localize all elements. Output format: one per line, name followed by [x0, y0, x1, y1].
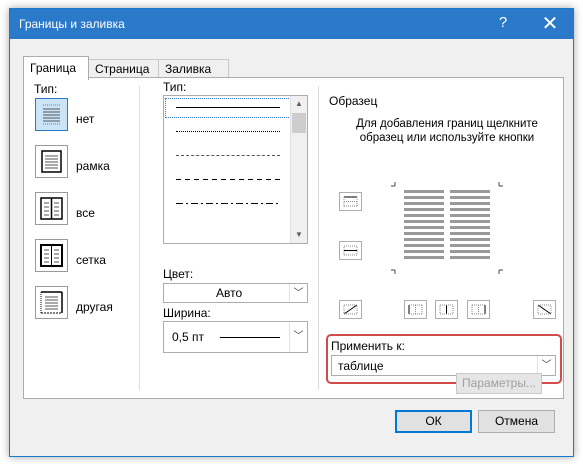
preview-hint: Для добавления границ щелкните образец и… — [356, 118, 538, 144]
right-border-button[interactable] — [467, 300, 490, 319]
options-button[interactable]: Параметры... — [456, 373, 542, 394]
chevron-down-icon[interactable]: ﹀ — [289, 322, 307, 352]
scrollbar-thumb[interactable] — [292, 113, 306, 133]
style-dashed[interactable] — [176, 179, 280, 180]
border-preview[interactable] — [387, 178, 507, 278]
selected-style-frame — [165, 98, 291, 118]
left-border-button[interactable] — [404, 300, 427, 319]
color-select[interactable]: Авто ﹀ — [163, 283, 308, 303]
border-custom-icon[interactable] — [35, 286, 68, 319]
top-border-button[interactable] — [339, 192, 362, 211]
type-custom-label: другая — [76, 300, 113, 314]
ok-button[interactable]: ОК — [395, 410, 472, 433]
title-bar: Границы и заливка ? ✕ — [10, 9, 573, 39]
style-dash-dot[interactable] — [176, 203, 280, 204]
border-all-icon[interactable] — [35, 192, 68, 225]
tab-shading[interactable]: Заливка — [158, 59, 229, 79]
chevron-down-icon[interactable]: ﹀ — [289, 284, 307, 302]
scroll-up-icon[interactable]: ▲ — [291, 96, 307, 112]
color-label: Цвет: — [163, 267, 194, 281]
border-box-icon[interactable] — [35, 145, 68, 178]
width-label: Ширина: — [163, 306, 211, 320]
style-label: Тип: — [163, 80, 187, 94]
style-solid[interactable] — [176, 107, 280, 108]
border-tab-panel: Тип: нет рамка все сетка другая Тип: ▲ ▼… — [23, 77, 564, 399]
border-none-icon[interactable] — [35, 98, 68, 131]
borders-and-shading-dialog: Границы и заливка ? ✕ Граница Страница З… — [9, 8, 574, 457]
section-divider — [139, 86, 140, 390]
style-dotted[interactable] — [176, 131, 280, 132]
dialog-title: Границы и заливка — [19, 17, 125, 31]
close-button[interactable]: ✕ — [533, 11, 567, 37]
border-grid-icon[interactable] — [35, 239, 68, 272]
line-style-list[interactable]: ▲ ▼ — [163, 95, 308, 244]
type-label: Тип: — [34, 82, 58, 96]
preview-label: Образец — [329, 94, 378, 108]
help-button[interactable]: ? — [493, 14, 513, 31]
tab-page[interactable]: Страница — [88, 59, 159, 79]
cancel-button[interactable]: Отмена — [478, 410, 555, 433]
diagonal-down-border-button[interactable] — [533, 300, 556, 319]
inside-horizontal-border-button[interactable] — [339, 241, 362, 260]
type-all-label: все — [76, 206, 95, 220]
tab-border[interactable]: Граница — [23, 56, 89, 80]
inside-vertical-border-button[interactable] — [435, 300, 458, 319]
color-value: Авто — [216, 286, 243, 300]
width-sample-line — [220, 337, 280, 338]
style-list-scrollbar[interactable]: ▲ ▼ — [290, 96, 307, 243]
type-box-label: рамка — [76, 159, 110, 173]
width-select[interactable]: 0,5 пт ﹀ — [163, 321, 308, 353]
diagonal-up-border-button[interactable] — [339, 300, 362, 319]
type-grid-label: сетка — [76, 253, 106, 267]
scroll-down-icon[interactable]: ▼ — [291, 227, 307, 243]
style-fine-dashed[interactable] — [176, 155, 280, 156]
type-none-label: нет — [76, 112, 95, 126]
width-value: 0,5 пт — [172, 330, 205, 344]
section-divider — [318, 86, 319, 390]
